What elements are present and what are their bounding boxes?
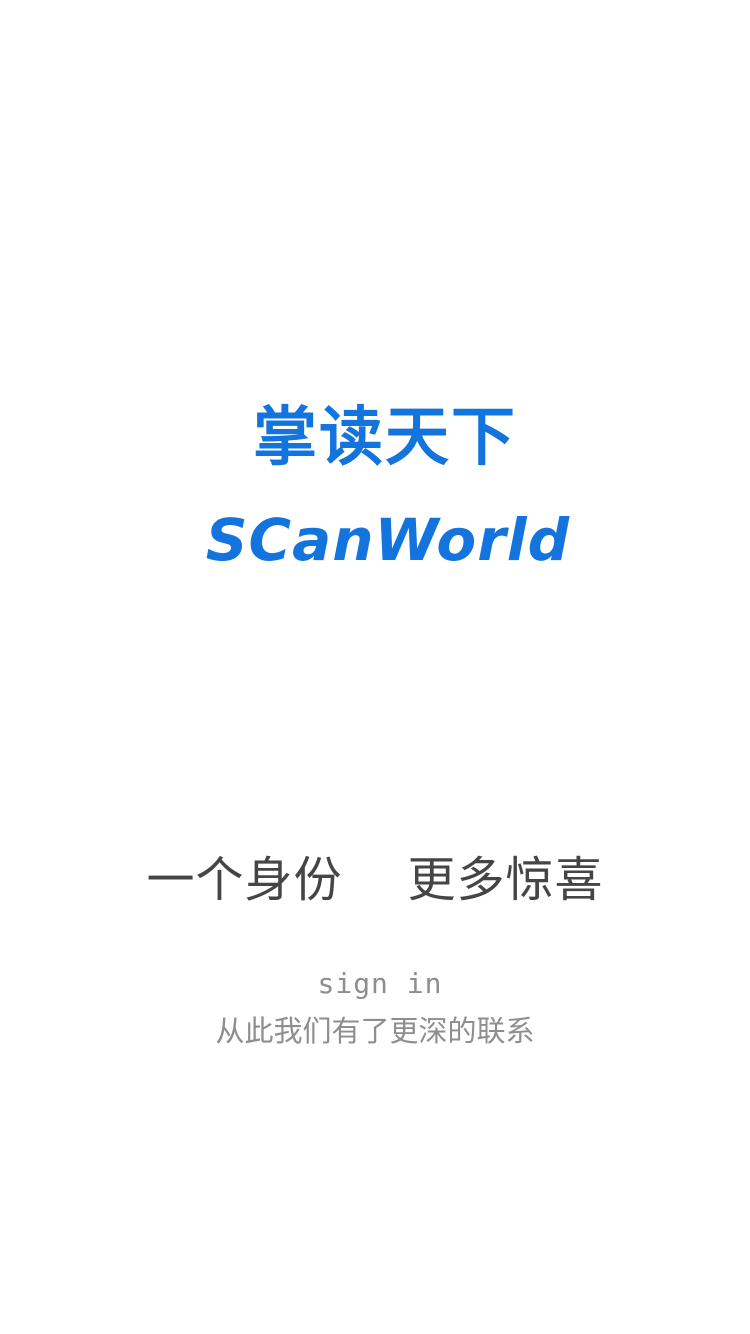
sign-in-subtitle: 从此我们有了更深的联系	[215, 1014, 535, 1048]
slogan-text: 一个身份 更多惊喜	[146, 852, 604, 908]
app-logo-title-cn: 掌读天下	[253, 401, 517, 475]
sign-in-label[interactable]: sign in	[0, 962, 750, 1006]
app-logo-title-en: SCanWorld	[205, 506, 571, 574]
